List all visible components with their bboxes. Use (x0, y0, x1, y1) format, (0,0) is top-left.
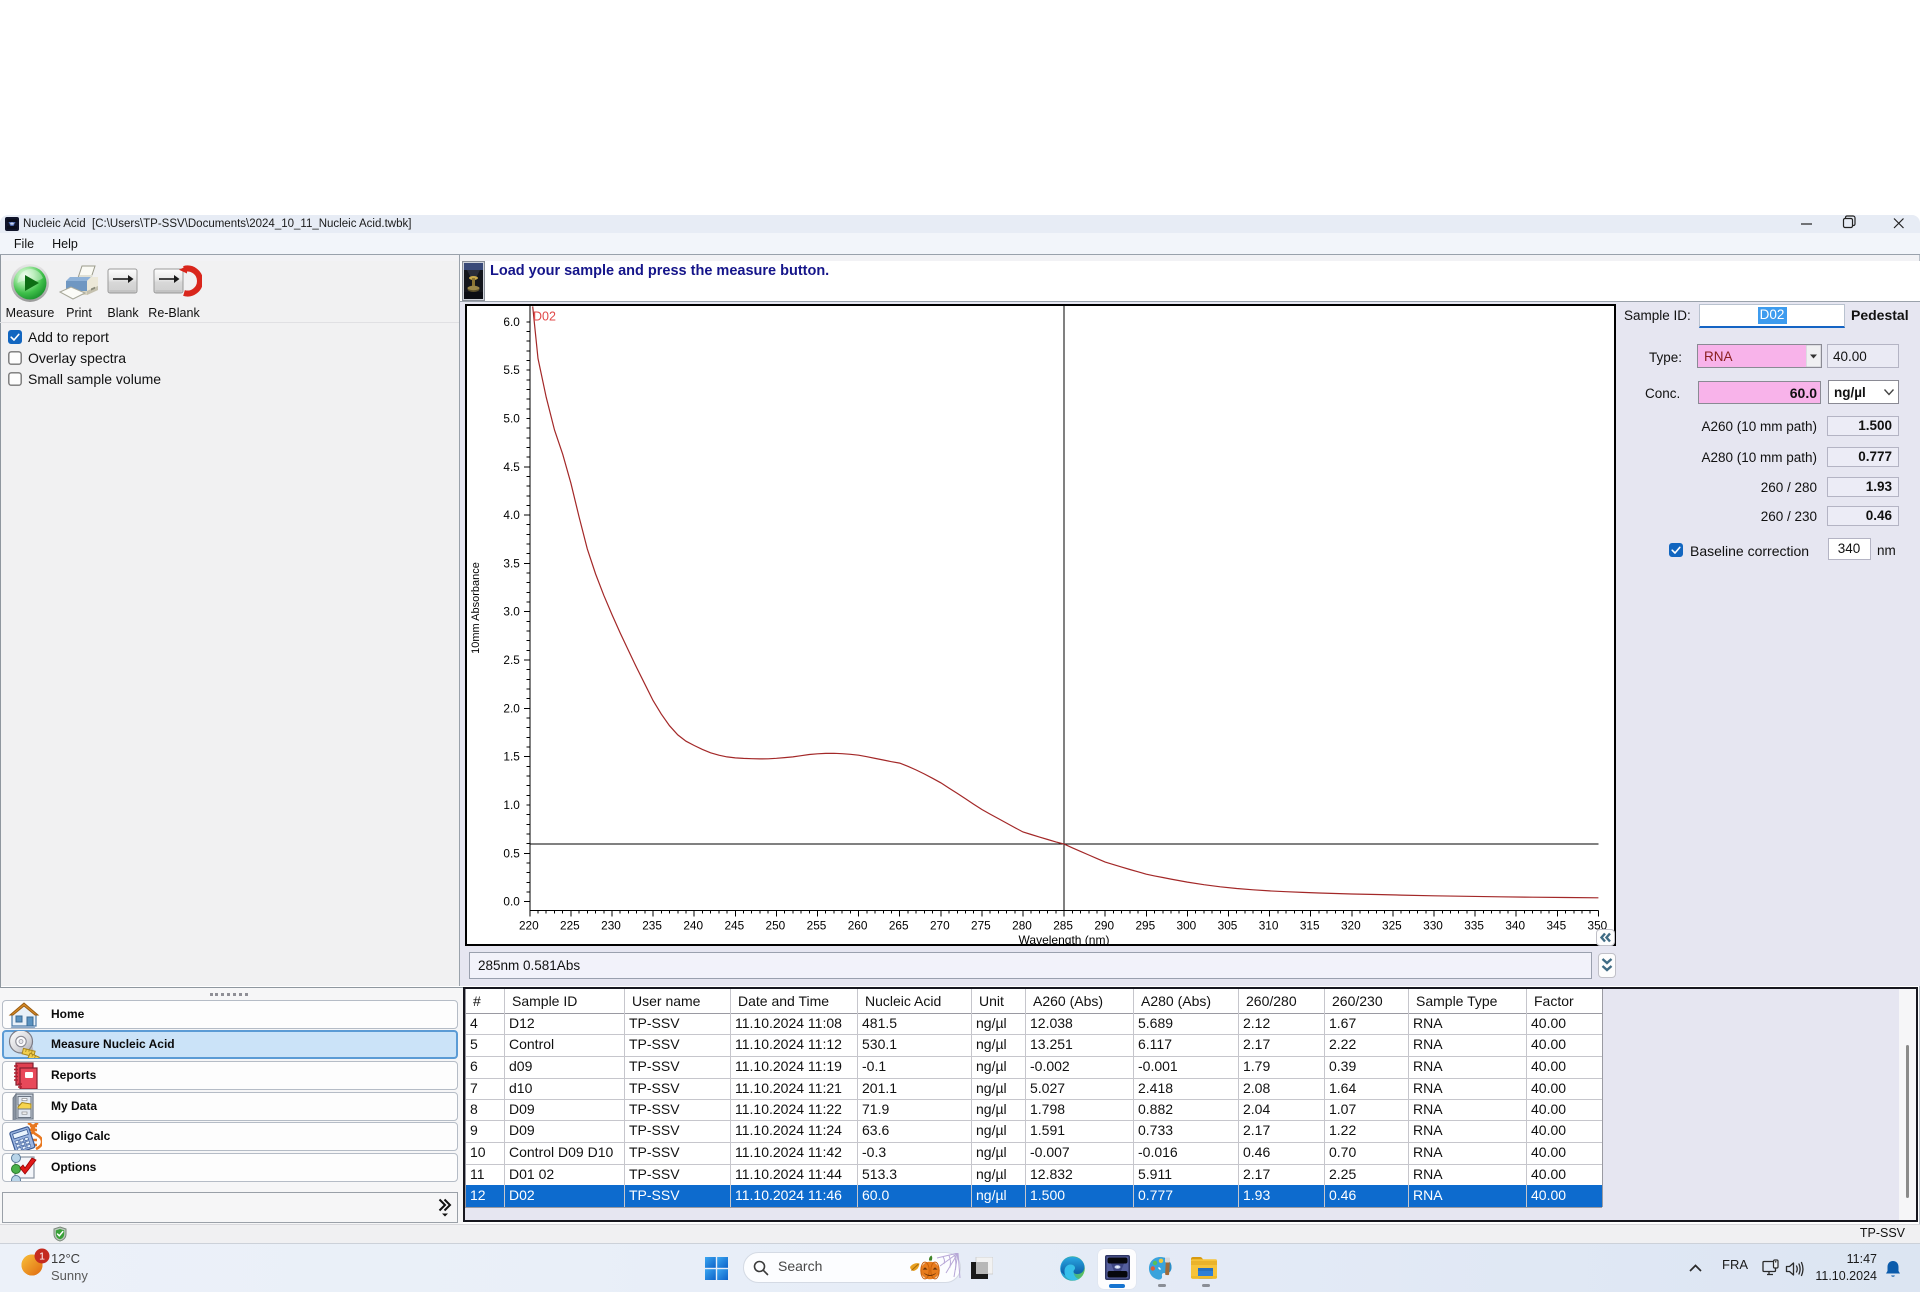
svg-text:320: 320 (1341, 919, 1361, 933)
svg-text:D02: D02 (533, 310, 556, 324)
svg-text:315: 315 (1300, 919, 1320, 933)
svg-text:1: 1 (39, 1250, 45, 1262)
svg-text:4.0: 4.0 (503, 508, 520, 522)
svg-text:1.0: 1.0 (503, 798, 520, 812)
svg-text:280: 280 (1012, 919, 1032, 933)
svg-text:310: 310 (1259, 919, 1279, 933)
svg-text:Wavelength (nm): Wavelength (nm) (1019, 933, 1110, 946)
svg-text:240: 240 (683, 919, 703, 933)
svg-text:300: 300 (1177, 919, 1197, 933)
svg-text:270: 270 (930, 919, 950, 933)
svg-text:275: 275 (971, 919, 991, 933)
svg-text:245: 245 (724, 919, 744, 933)
svg-text:5.5: 5.5 (503, 363, 520, 377)
svg-text:340: 340 (1505, 919, 1525, 933)
svg-text:220: 220 (519, 919, 539, 933)
svg-text:295: 295 (1135, 919, 1155, 933)
svg-text:5.0: 5.0 (503, 412, 520, 426)
svg-text:0.5: 0.5 (503, 846, 520, 860)
svg-text:325: 325 (1382, 919, 1402, 933)
svg-text:3.5: 3.5 (503, 556, 520, 570)
svg-text:335: 335 (1464, 919, 1484, 933)
svg-text:1.5: 1.5 (503, 750, 520, 764)
svg-text:6.0: 6.0 (503, 315, 520, 329)
svg-text:260: 260 (848, 919, 868, 933)
svg-text:330: 330 (1423, 919, 1443, 933)
svg-text:2.5: 2.5 (503, 653, 520, 667)
svg-text:285: 285 (1053, 919, 1073, 933)
svg-text:255: 255 (807, 919, 827, 933)
svg-text:230: 230 (601, 919, 621, 933)
svg-text:4.5: 4.5 (503, 460, 520, 474)
svg-text:250: 250 (766, 919, 786, 933)
svg-text:225: 225 (560, 919, 580, 933)
svg-text:265: 265 (889, 919, 909, 933)
svg-text:345: 345 (1546, 919, 1566, 933)
svg-text:3.0: 3.0 (503, 605, 520, 619)
svg-text:10mm Absorbance: 10mm Absorbance (470, 562, 482, 654)
svg-text:2.0: 2.0 (503, 701, 520, 715)
svg-text:305: 305 (1218, 919, 1238, 933)
svg-text:235: 235 (642, 919, 662, 933)
svg-text:290: 290 (1094, 919, 1114, 933)
svg-text:0.0: 0.0 (503, 895, 520, 909)
